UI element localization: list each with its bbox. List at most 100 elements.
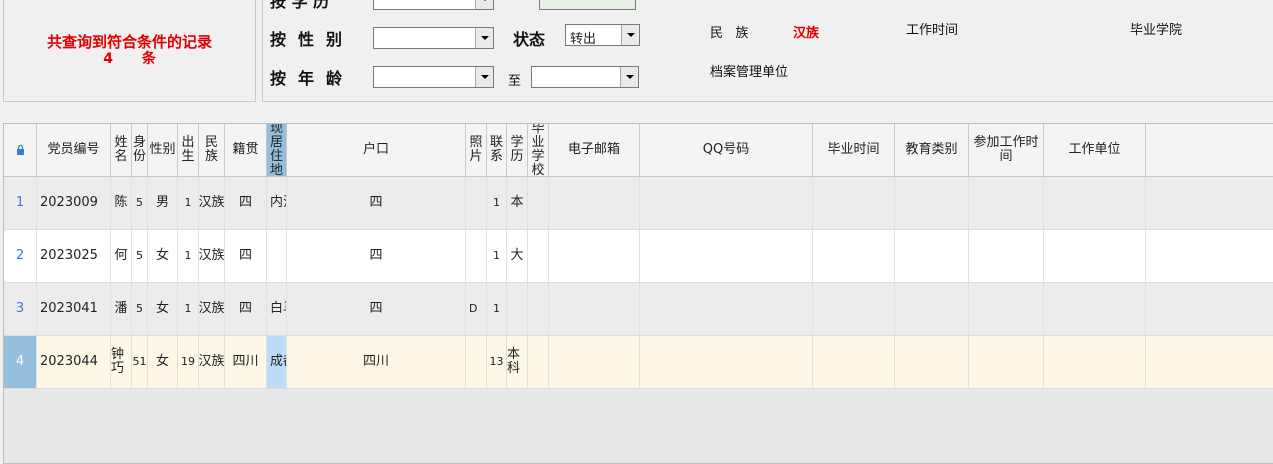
cell-col19[interactable] bbox=[1044, 230, 1146, 282]
cell-identity[interactable]: 5 bbox=[132, 230, 148, 282]
cell-contact[interactable]: 1 bbox=[487, 283, 507, 335]
cell-col19[interactable] bbox=[1044, 336, 1146, 388]
cell-photo[interactable] bbox=[466, 177, 487, 229]
cell-identity[interactable]: 5 bbox=[132, 177, 148, 229]
column-header-14[interactable]: 电子邮箱 bbox=[549, 124, 640, 176]
age-from-combo[interactable] bbox=[373, 66, 494, 88]
cell-nation[interactable]: 汉族 bbox=[199, 336, 225, 388]
cell-gender[interactable]: 女 bbox=[148, 336, 178, 388]
row-number[interactable]: 4 bbox=[4, 336, 37, 388]
cell-col13[interactable] bbox=[528, 177, 549, 229]
cell-identity[interactable]: 51 bbox=[132, 336, 148, 388]
cell-birth[interactable]: 1 bbox=[178, 177, 199, 229]
cell-native[interactable]: 四 bbox=[225, 177, 267, 229]
cell-edu[interactable]: 大 bbox=[507, 230, 528, 282]
column-header-15[interactable]: QQ号码 bbox=[640, 124, 813, 176]
cell-name[interactable]: 陈 bbox=[111, 177, 132, 229]
column-header-19[interactable]: 工作单位 bbox=[1044, 124, 1146, 176]
cell-contact[interactable]: 13 bbox=[487, 336, 507, 388]
cell-col17[interactable] bbox=[895, 177, 969, 229]
cell-col14[interactable] bbox=[549, 230, 640, 282]
cell-col13[interactable] bbox=[528, 283, 549, 335]
cell-nation[interactable]: 汉族 bbox=[199, 177, 225, 229]
row-number[interactable]: 2 bbox=[4, 230, 37, 282]
cell-name[interactable]: 何 bbox=[111, 230, 132, 282]
cell-edu[interactable]: 本科 bbox=[507, 336, 528, 388]
cell-col16[interactable] bbox=[813, 336, 895, 388]
member-data-grid[interactable]: 党员编号 姓名 身份 性别 出生 民族 籍贯 现居住地 户口 照片 联系 学历 毕业学校 电子邮箱 QQ号码… bbox=[3, 123, 1273, 464]
table-row[interactable]: 32023041潘5女1汉族四白马四D1 bbox=[4, 283, 1273, 336]
cell-gender[interactable]: 女 bbox=[148, 283, 178, 335]
cell-address[interactable]: 内江 bbox=[267, 177, 287, 229]
cell-edu[interactable]: 本 bbox=[507, 177, 528, 229]
cell-col16[interactable] bbox=[813, 283, 895, 335]
column-header-1[interactable]: 党员编号 bbox=[37, 124, 111, 176]
cell-id[interactable]: 2023009 bbox=[37, 177, 111, 229]
gender-filter-combo[interactable] bbox=[373, 27, 494, 49]
status-filter-combo[interactable]: 转出 bbox=[565, 24, 640, 47]
cell-col18[interactable] bbox=[969, 177, 1044, 229]
cell-native[interactable]: 四 bbox=[225, 230, 267, 282]
cell-id[interactable]: 2023041 bbox=[37, 283, 111, 335]
cell-hukou[interactable]: 四川 bbox=[287, 336, 466, 388]
grid-corner-cell[interactable] bbox=[4, 124, 37, 176]
cell-col18[interactable] bbox=[969, 230, 1044, 282]
cell-birth[interactable]: 1 bbox=[178, 230, 199, 282]
column-header-16[interactable]: 毕业时间 bbox=[813, 124, 895, 176]
table-row[interactable]: 42023044钟巧51女19汉族四川成都四川13本科 bbox=[4, 336, 1273, 389]
cell-col14[interactable] bbox=[549, 283, 640, 335]
cell-col14[interactable] bbox=[549, 336, 640, 388]
cell-name[interactable]: 潘 bbox=[111, 283, 132, 335]
cell-gender[interactable]: 男 bbox=[148, 177, 178, 229]
column-header-6[interactable]: 民族 bbox=[199, 124, 225, 176]
column-header-3[interactable]: 身份 bbox=[132, 124, 148, 176]
cell-name[interactable]: 钟巧 bbox=[111, 336, 132, 388]
column-header-17[interactable]: 教育类别 bbox=[895, 124, 969, 176]
cell-contact[interactable]: 1 bbox=[487, 230, 507, 282]
cell-id[interactable]: 2023044 bbox=[37, 336, 111, 388]
column-header-11[interactable]: 联系 bbox=[487, 124, 507, 176]
cell-col13[interactable] bbox=[528, 230, 549, 282]
cell-address[interactable] bbox=[267, 230, 287, 282]
cell-col17[interactable] bbox=[895, 283, 969, 335]
cell-col15[interactable] bbox=[640, 336, 813, 388]
cell-birth[interactable]: 1 bbox=[178, 283, 199, 335]
cell-col15[interactable] bbox=[640, 230, 813, 282]
education-filter-combo[interactable] bbox=[373, 0, 494, 10]
cell-col18[interactable] bbox=[969, 336, 1044, 388]
chevron-down-icon[interactable] bbox=[620, 67, 638, 87]
cell-col19[interactable] bbox=[1044, 177, 1146, 229]
cell-col19[interactable] bbox=[1044, 283, 1146, 335]
cell-hukou[interactable]: 四 bbox=[287, 230, 466, 282]
cell-col16[interactable] bbox=[813, 230, 895, 282]
cell-identity[interactable]: 5 bbox=[132, 283, 148, 335]
cell-edu[interactable] bbox=[507, 283, 528, 335]
cell-native[interactable]: 四川 bbox=[225, 336, 267, 388]
cell-nation[interactable]: 汉族 bbox=[199, 283, 225, 335]
cell-gender[interactable]: 女 bbox=[148, 230, 178, 282]
cell-col13[interactable] bbox=[528, 336, 549, 388]
table-row[interactable]: 12023009陈5男1汉族四内江四1本 bbox=[4, 177, 1273, 230]
row-number[interactable]: 1 bbox=[4, 177, 37, 229]
cell-hukou[interactable]: 四 bbox=[287, 283, 466, 335]
cell-col18[interactable] bbox=[969, 283, 1044, 335]
chevron-down-icon[interactable] bbox=[475, 28, 493, 48]
column-header-8[interactable]: 现居住地 bbox=[267, 124, 287, 178]
column-header-4[interactable]: 性别 bbox=[148, 124, 178, 176]
top-right-combo[interactable] bbox=[539, 0, 636, 10]
cell-hukou[interactable]: 四 bbox=[287, 177, 466, 229]
column-header-12[interactable]: 学历 bbox=[507, 124, 528, 176]
cell-photo[interactable] bbox=[466, 336, 487, 388]
cell-col15[interactable] bbox=[640, 177, 813, 229]
cell-contact[interactable]: 1 bbox=[487, 177, 507, 229]
cell-nation[interactable]: 汉族 bbox=[199, 230, 225, 282]
column-header-5[interactable]: 出生 bbox=[178, 124, 199, 176]
cell-address[interactable]: 白马 bbox=[267, 283, 287, 335]
chevron-down-icon[interactable] bbox=[475, 67, 493, 87]
row-number[interactable]: 3 bbox=[4, 283, 37, 335]
table-row[interactable]: 2 2023025 何 5 女 1 汉族四四 1 大 bbox=[4, 230, 1273, 283]
cell-col14[interactable] bbox=[549, 177, 640, 229]
cell-photo[interactable] bbox=[466, 230, 487, 282]
cell-col17[interactable] bbox=[895, 230, 969, 282]
cell-id[interactable]: 2023025 bbox=[37, 230, 111, 282]
